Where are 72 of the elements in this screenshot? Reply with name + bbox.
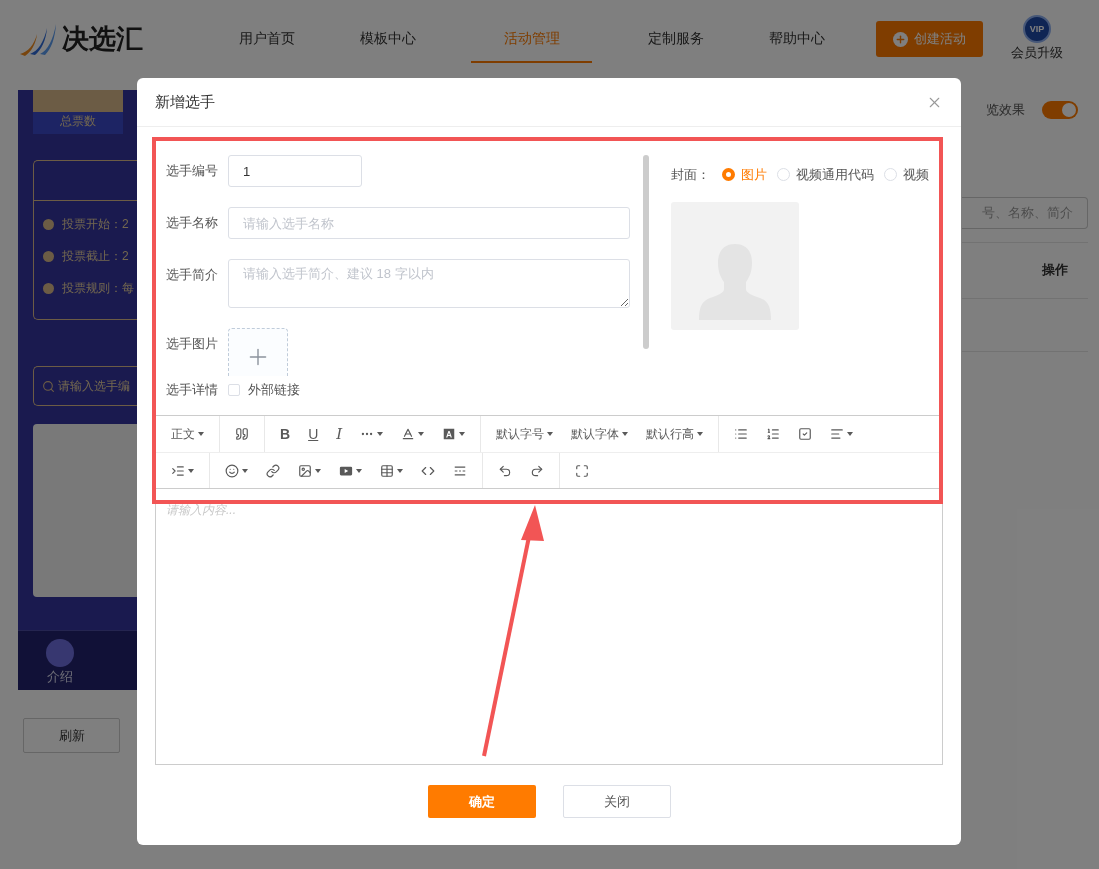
caret-icon [242,468,248,473]
caret-icon [198,432,204,436]
caret-icon [397,468,403,473]
text-field[interactable]: 请输入选手名称 [228,207,630,239]
info-text: 投票截止：2 [62,248,129,265]
toolbar-dropdown[interactable]: 默认字体 [562,420,638,448]
toolbar-dropdown[interactable]: 正文 [162,420,213,448]
confirm-button[interactable]: 确定 [427,785,536,818]
fullscreen-icon [575,463,589,478]
caret-icon [547,432,554,436]
vip-label: 会员升级 [1011,44,1063,63]
preview-label: 览效果 [986,101,1025,119]
info-text: 投票开始：2 [62,216,129,233]
background-color-icon [442,427,457,441]
cover-label: 封面： [671,166,710,184]
bottom-nav-item[interactable]: 介绍 [46,639,74,690]
table-header: 操作 [1042,261,1068,280]
bullet-list-icon [734,427,749,441]
link-icon [266,463,280,478]
search-icon [42,379,55,393]
cover-radio[interactable]: 图片 [722,165,767,185]
field-label: 选手详情 [166,381,219,399]
italic-button[interactable]: I [327,420,352,448]
upload-button[interactable] [228,328,288,376]
scrollbar[interactable] [643,155,649,349]
checkbox[interactable] [228,383,240,396]
text-area[interactable]: 请输入选手简介、建议 18 字以内 [228,259,630,308]
redo-icon [530,463,544,478]
quote-icon [235,427,249,441]
text-field[interactable]: 1 [228,155,362,187]
caret-icon [697,432,704,436]
toolbar-dropdown[interactable]: 默认字号 [487,420,563,448]
divider-line-icon [453,463,467,478]
caret-icon [315,468,321,473]
field-label: 选手简介 [166,266,219,284]
caret-icon [622,432,629,436]
logo-text: 决选汇 [62,22,143,56]
todo-icon [798,427,813,441]
refresh-button[interactable]: 刷新 [23,718,120,753]
checkbox-label: 外部链接 [248,381,300,399]
vip-badge[interactable]: VIP [1023,15,1051,44]
nav-tab[interactable]: 模板中心 [327,15,448,63]
align-icon [830,427,845,441]
caret-icon [188,468,194,473]
cover-radio[interactable]: 视频 [884,165,929,185]
dialog-title: 新增选手 [155,91,215,112]
close-dialog-button[interactable]: 关闭 [562,785,671,818]
table-icon [380,463,394,478]
underline-button[interactable]: U [299,420,328,448]
nav-tab[interactable]: 用户首页 [206,15,327,63]
info-text: 投票规则：每 [62,280,134,297]
caret-icon [377,432,384,436]
numbered-list-icon [766,427,781,441]
undo-icon [498,463,512,478]
caret-icon [459,432,466,436]
indent-icon [171,463,185,478]
nav-tab[interactable]: 帮助中心 [736,15,857,63]
field-label: 选手图片 [166,335,219,353]
caret-icon [847,432,854,436]
image-icon [298,463,312,478]
font-color-icon [401,427,416,441]
preview-toggle[interactable] [1042,100,1078,119]
field-label: 选手名称 [166,214,219,232]
bold-button[interactable]: B [271,420,300,448]
toolbar-dropdown[interactable]: 默认行高 [637,420,713,448]
emoji-icon [225,463,239,478]
nav-tab[interactable]: 定制服务 [615,15,736,63]
total-votes-label: 总票数 [33,112,123,134]
caret-icon [418,432,425,436]
field-label: 选手编号 [166,162,219,180]
caret-icon [356,468,362,473]
cover-radio[interactable]: 视频通用代码 [777,165,874,185]
